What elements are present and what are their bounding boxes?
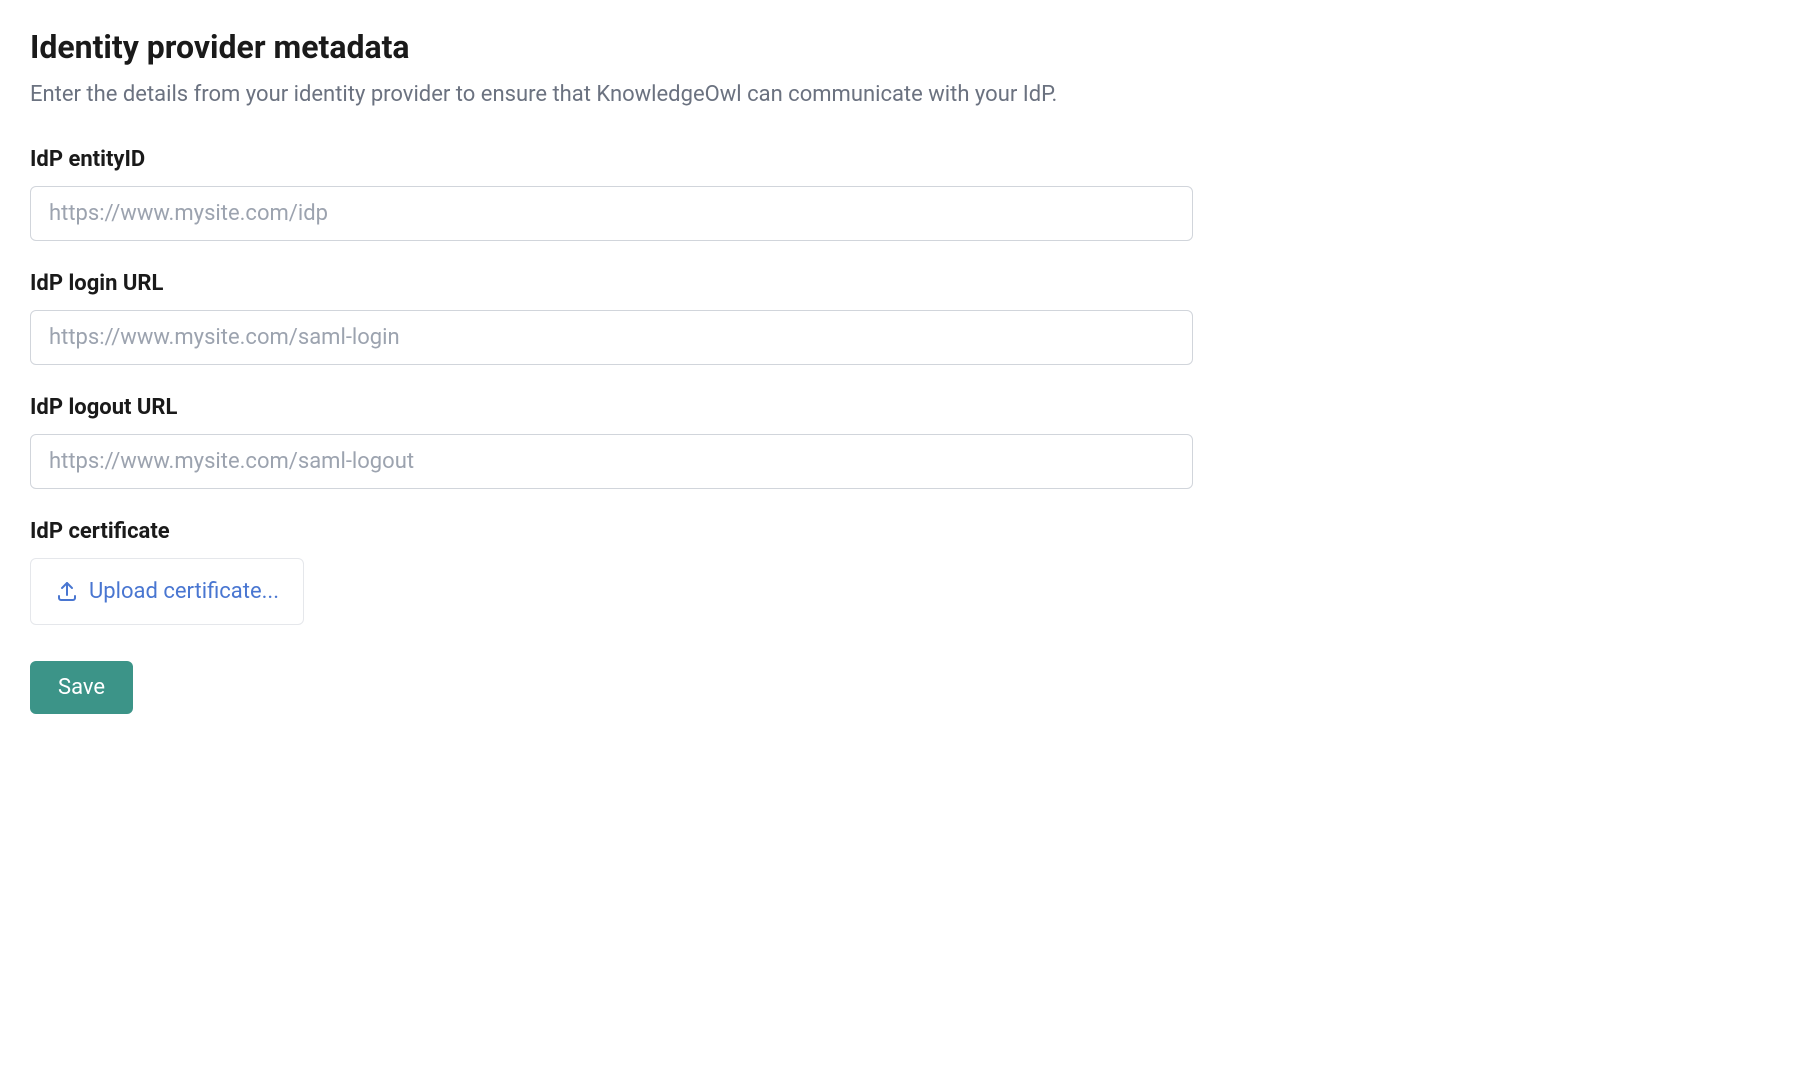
upload-certificate-button[interactable]: Upload certificate...: [30, 558, 304, 625]
entity-id-label: IdP entityID: [30, 147, 1782, 172]
login-url-label: IdP login URL: [30, 271, 1782, 296]
certificate-label: IdP certificate: [30, 519, 1782, 544]
upload-certificate-label: Upload certificate...: [89, 579, 279, 604]
logout-url-label: IdP logout URL: [30, 395, 1782, 420]
form-group-certificate: IdP certificate Upload certificate...: [30, 519, 1782, 625]
login-url-input[interactable]: [30, 310, 1193, 365]
form-group-logout-url: IdP logout URL: [30, 395, 1782, 489]
form-group-entity-id: IdP entityID: [30, 147, 1782, 241]
logout-url-input[interactable]: [30, 434, 1193, 489]
form-group-login-url: IdP login URL: [30, 271, 1782, 365]
save-button[interactable]: Save: [30, 661, 133, 714]
upload-icon: [55, 579, 79, 603]
section-description: Enter the details from your identity pro…: [30, 80, 1782, 111]
entity-id-input[interactable]: [30, 186, 1193, 241]
section-title: Identity provider metadata: [30, 28, 1782, 66]
